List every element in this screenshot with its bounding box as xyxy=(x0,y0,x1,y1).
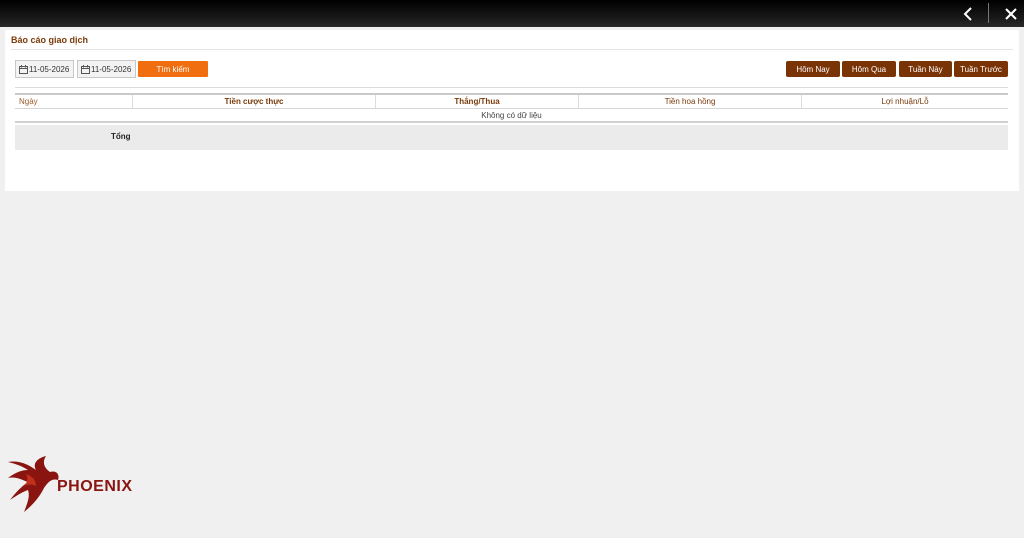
date-to-field[interactable]: 11-05-2026 xyxy=(77,60,136,78)
chevron-left-icon xyxy=(963,6,972,21)
calendar-icon xyxy=(19,64,28,74)
close-icon xyxy=(1005,7,1017,20)
report-panel: Báo cáo giao dịch 11-05-2026 11-05-2026 … xyxy=(5,30,1019,191)
column-header-date[interactable]: Ngày xyxy=(15,95,133,108)
yesterday-button[interactable]: Hôm Qua xyxy=(842,61,896,77)
close-button[interactable] xyxy=(1000,3,1022,24)
date-from-field[interactable]: 11-05-2026 xyxy=(15,60,74,78)
brand-name: PHOENIX xyxy=(57,478,133,495)
column-header-win-loss[interactable]: Thắng/Thua xyxy=(376,95,579,108)
column-header-actual-bet[interactable]: Tiền cược thực xyxy=(133,95,376,108)
date-to-value: 11-05-2026 xyxy=(91,64,132,74)
table-header: Ngày Tiền cược thực Thắng/Thua Tiền hoa … xyxy=(15,93,1008,109)
back-button[interactable] xyxy=(956,3,980,24)
search-button[interactable]: Tìm kiếm xyxy=(138,61,208,77)
empty-state-message: Không có dữ liệu xyxy=(15,109,1008,123)
page-title: Báo cáo giao dịch xyxy=(11,35,89,45)
column-header-commission[interactable]: Tiền hoa hồng xyxy=(579,95,802,108)
table-total-row: Tổng xyxy=(15,125,1008,150)
title-divider xyxy=(11,49,1013,50)
this-week-button[interactable]: Tuần Này xyxy=(899,61,952,77)
window-titlebar xyxy=(0,0,1024,27)
calendar-icon xyxy=(81,64,90,74)
last-week-button[interactable]: Tuần Trước xyxy=(954,61,1008,77)
titlebar-divider xyxy=(988,3,989,23)
total-label: Tổng xyxy=(111,132,131,141)
toolbar-divider xyxy=(15,87,1008,88)
today-button[interactable]: Hôm Nay xyxy=(786,61,840,77)
column-header-profit-loss[interactable]: Lợi nhuận/Lỗ xyxy=(802,95,1008,108)
date-from-value: 11-05-2026 xyxy=(29,64,70,74)
